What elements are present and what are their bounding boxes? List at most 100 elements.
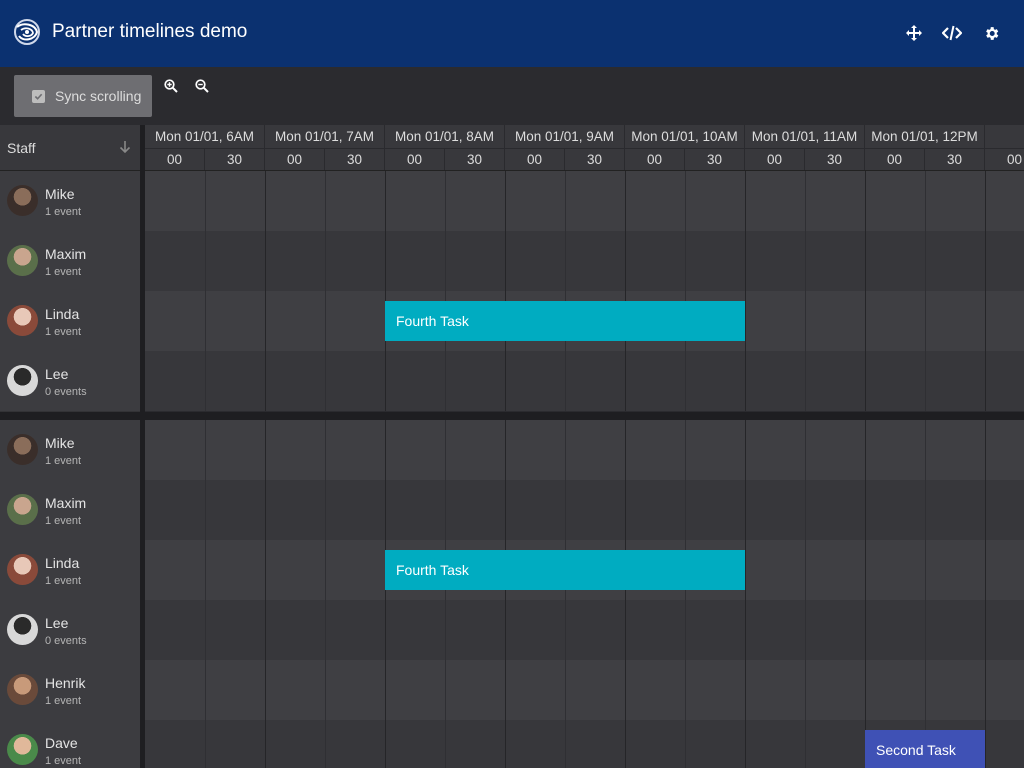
sort-arrow-down-icon[interactable] — [118, 140, 132, 154]
resource-name: Linda — [45, 306, 80, 322]
grid-line — [505, 420, 506, 768]
grid-line — [985, 171, 986, 411]
bottom-timeline: Mike 1 event Maxim 1 event Linda 1 event Lee 0 … — [0, 420, 1024, 768]
resource-row-henrik[interactable]: Henrik 1 event — [0, 660, 140, 721]
resource-event-count: 1 event — [45, 326, 82, 338]
resource-event-count: 0 events — [45, 386, 87, 398]
resource-name: Linda — [45, 555, 80, 571]
logo-icon — [14, 19, 40, 45]
event-bar[interactable]: Second Task — [865, 730, 985, 768]
time-axis-minute: 30 — [925, 148, 985, 170]
time-axis-hour: Mon — [985, 125, 1024, 148]
avatar — [7, 614, 38, 645]
grid-line — [325, 420, 326, 768]
avatar — [7, 434, 38, 465]
zoom-in-button[interactable] — [164, 79, 180, 95]
resource-row-linda[interactable]: Linda 1 event — [0, 540, 140, 601]
toolbar: Sync scrolling — [0, 67, 1024, 125]
resource-event-count: 1 event — [45, 206, 82, 218]
event-bar[interactable]: Fourth Task — [385, 550, 745, 590]
avatar — [7, 305, 38, 336]
avatar — [7, 734, 38, 765]
staff-column-header[interactable]: Staff — [0, 125, 140, 171]
event-label: Fourth Task — [396, 562, 469, 578]
resource-event-count: 1 event — [45, 695, 82, 707]
schedule-row[interactable] — [145, 171, 1024, 231]
grid-line — [325, 171, 326, 411]
grid-line — [805, 420, 806, 768]
grid-line — [925, 171, 926, 411]
schedule-row[interactable] — [145, 660, 1024, 720]
time-axis-hour: Mon 01/01, 9AM — [505, 125, 625, 148]
resource-event-count: 1 event — [45, 455, 82, 467]
grid-line — [385, 420, 386, 768]
schedule-row[interactable] — [145, 351, 1024, 411]
sync-scrolling-button[interactable]: Sync scrolling — [14, 75, 152, 117]
resource-name: Mike — [45, 435, 75, 451]
settings-button[interactable] — [979, 21, 1003, 45]
avatar — [7, 365, 38, 396]
grid-line — [685, 420, 686, 768]
grid-line — [265, 171, 266, 411]
checkbox-checked-icon — [32, 89, 45, 103]
time-axis-minute: 30 — [805, 148, 865, 170]
timeline-splitter[interactable] — [0, 412, 1024, 420]
grid-line — [745, 171, 746, 411]
time-axis-hour: Mon 01/01, 10AM — [625, 125, 745, 148]
grid-line — [445, 171, 446, 411]
resource-name: Dave — [45, 735, 78, 751]
resource-name: Maxim — [45, 246, 87, 262]
time-axis-hour: Mon 01/01, 6AM — [145, 125, 265, 148]
event-label: Fourth Task — [396, 313, 469, 329]
event-label: Second Task — [876, 742, 956, 758]
staff-header-label: Staff — [7, 140, 36, 156]
grid-line — [805, 171, 806, 411]
grid-line — [925, 420, 926, 768]
resource-row-dave[interactable]: Dave 1 event — [0, 720, 140, 768]
resource-event-count: 1 event — [45, 575, 82, 587]
gear-icon — [985, 26, 998, 40]
schedule-row[interactable] — [145, 420, 1024, 480]
grid-line — [565, 420, 566, 768]
app-header: Partner timelines demo — [0, 0, 1024, 67]
grid-line — [865, 171, 866, 411]
resource-row-linda[interactable]: Linda 1 event — [0, 291, 140, 352]
grid-line — [445, 420, 446, 768]
zoom-in-icon — [164, 79, 178, 93]
time-axis-hour: Mon 01/01, 12PM — [865, 125, 985, 148]
resource-row-maxim[interactable]: Maxim 1 event — [0, 480, 140, 541]
resource-name: Maxim — [45, 495, 87, 511]
schedule-row[interactable] — [145, 480, 1024, 540]
event-bar[interactable]: Fourth Task — [385, 301, 745, 341]
avatar — [7, 554, 38, 585]
time-axis-minute: 00 — [625, 148, 685, 170]
schedule-row[interactable] — [145, 231, 1024, 291]
grid-line — [865, 420, 866, 768]
time-axis-minute: 00 — [745, 148, 805, 170]
time-axis-hour: Mon 01/01, 8AM — [385, 125, 505, 148]
column-splitter[interactable] — [140, 125, 145, 768]
code-button[interactable] — [940, 21, 964, 45]
time-axis-hour: Mon 01/01, 7AM — [265, 125, 385, 148]
resource-row-mike[interactable]: Mike 1 event — [0, 420, 140, 481]
resource-row-lee[interactable]: Lee 0 events — [0, 351, 140, 412]
move-arrows-icon — [906, 25, 922, 41]
time-axis-minute: 30 — [205, 148, 265, 170]
grid-line — [625, 420, 626, 768]
time-axis-minute: 30 — [445, 148, 505, 170]
time-axis-header: Mon 01/01, 6AM 00 30 Mon 01/01, 7AM 00 30 Mon … — [145, 125, 1024, 171]
resource-row-lee[interactable]: Lee 0 events — [0, 600, 140, 661]
resource-row-maxim[interactable]: Maxim 1 event — [0, 231, 140, 292]
resource-row-mike[interactable]: Mike 1 event — [0, 171, 140, 232]
resource-event-count: 1 event — [45, 266, 82, 278]
grid-line — [205, 420, 206, 768]
zoom-out-button[interactable] — [195, 79, 211, 95]
grid-line — [745, 420, 746, 768]
schedule-row[interactable] — [145, 600, 1024, 660]
avatar — [7, 185, 38, 216]
time-axis-minute: 00 — [385, 148, 445, 170]
time-axis-minute: 30 — [565, 148, 625, 170]
time-axis-minute: 00 — [265, 148, 325, 170]
fullscreen-button[interactable] — [902, 21, 926, 45]
zoom-out-icon — [195, 79, 209, 93]
